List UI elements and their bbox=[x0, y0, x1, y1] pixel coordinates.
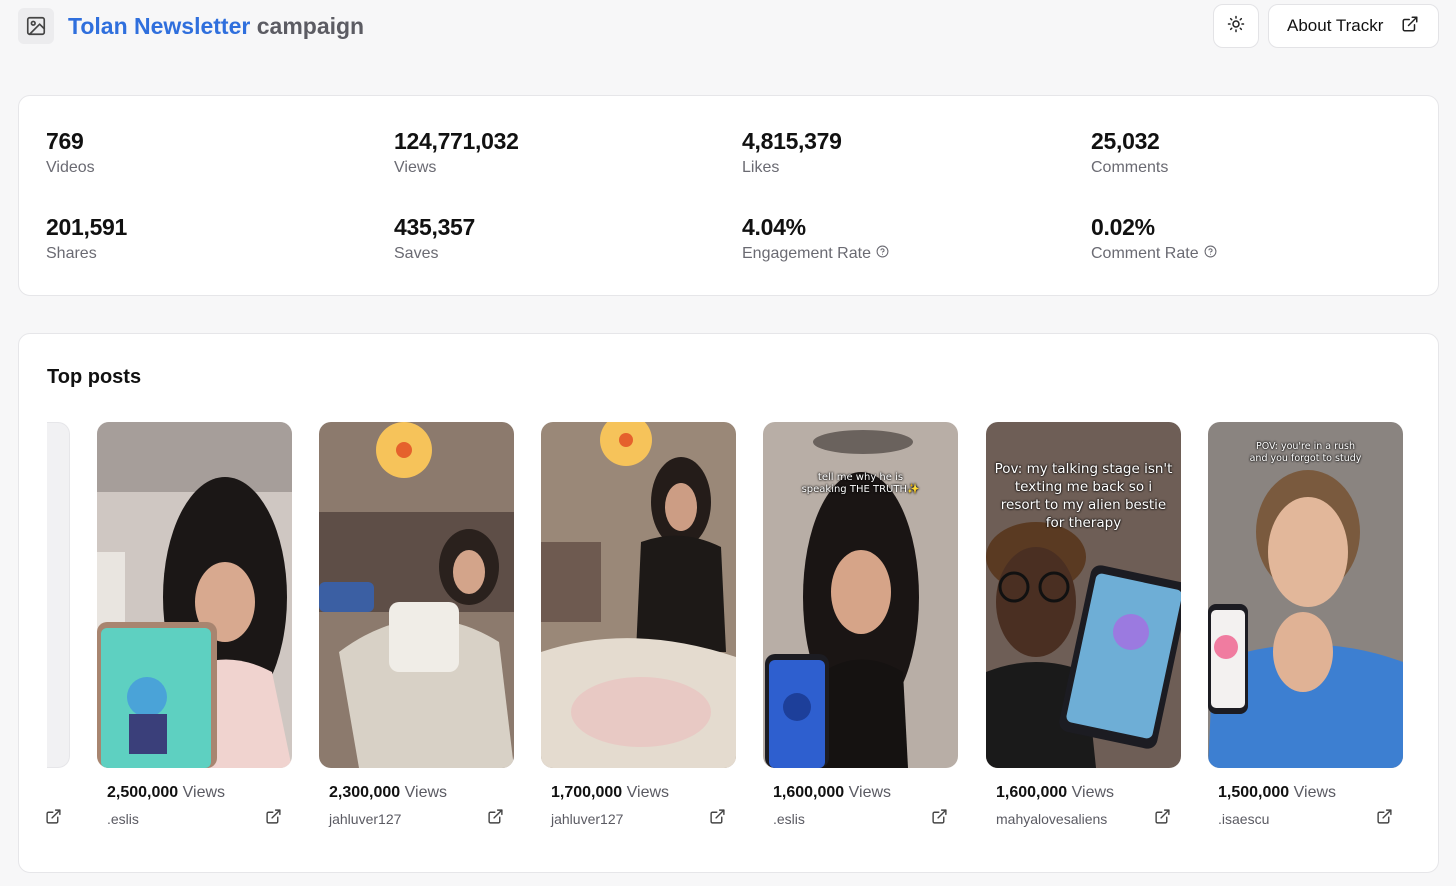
post-thumbnail[interactable] bbox=[541, 422, 736, 768]
top-posts-title: Top posts bbox=[47, 366, 142, 388]
stat-value: 4.04% bbox=[742, 214, 806, 240]
stat-value: 201,591 bbox=[46, 214, 128, 240]
stat-value: 25,032 bbox=[1091, 128, 1160, 154]
stat-shares: 201,591 Shares bbox=[46, 213, 127, 263]
post-thumbnail[interactable]: tell me why he is speaking THE TRUTH✨ bbox=[763, 422, 958, 768]
stat-views: 124,771,032 Views bbox=[394, 127, 519, 177]
stat-label: Engagement Rate bbox=[742, 245, 871, 262]
external-link-icon bbox=[1401, 15, 1419, 38]
about-trackr-button[interactable]: About Trackr bbox=[1268, 4, 1439, 48]
stat-value: 4,815,379 bbox=[742, 128, 842, 154]
views-unit: Views bbox=[848, 784, 892, 801]
stat-label: Shares bbox=[46, 245, 97, 262]
views-unit: Views bbox=[1071, 784, 1115, 801]
views-count: 2,300,000 bbox=[329, 784, 401, 801]
external-link-icon[interactable] bbox=[709, 808, 726, 830]
stat-engagement-rate: 4.04% Engagement Rate bbox=[742, 213, 889, 263]
stat-comments: 25,032 Comments bbox=[1091, 127, 1168, 177]
stats-card: 769 Videos 124,771,032 Views 4,815,379 L… bbox=[18, 95, 1439, 296]
post-card[interactable]: 2,300,000 Views jahluver127 bbox=[319, 422, 514, 830]
about-trackr-label: About Trackr bbox=[1287, 16, 1384, 35]
stat-saves: 435,357 Saves bbox=[394, 213, 475, 263]
post-caption-overlay: Pov: my talking stage isn't texting me b… bbox=[994, 461, 1173, 531]
post-thumbnail[interactable]: Pov: my talking stage isn't texting me b… bbox=[986, 422, 1181, 768]
stat-value: 0.02% bbox=[1091, 214, 1155, 240]
stat-value: 769 bbox=[46, 128, 84, 154]
post-views: 1,500,000 Views bbox=[1208, 784, 1403, 802]
post-username[interactable]: jahluver127 bbox=[329, 811, 401, 827]
post-username[interactable]: .eslis bbox=[773, 811, 805, 827]
views-unit: Views bbox=[404, 784, 448, 801]
top-posts-card: Top posts 2,500,000 Views .eslis 2,300,0… bbox=[18, 333, 1439, 873]
post-thumbnail[interactable] bbox=[319, 422, 514, 768]
views-count: 1,500,000 bbox=[1218, 784, 1290, 801]
post-card[interactable]: POV: you're in a rush and you forgot to … bbox=[1208, 422, 1403, 830]
views-unit: Views bbox=[626, 784, 670, 801]
post-username[interactable]: jahluver127 bbox=[551, 811, 623, 827]
help-circle-icon[interactable] bbox=[1204, 245, 1217, 263]
stat-value: 124,771,032 bbox=[394, 128, 519, 154]
post-card[interactable]: 2,500,000 Views .eslis bbox=[97, 422, 292, 830]
views-count: 2,500,000 bbox=[107, 784, 179, 801]
post-views: 1,700,000 Views bbox=[541, 784, 736, 802]
views-unit: Views bbox=[1293, 784, 1337, 801]
stat-label: Comment Rate bbox=[1091, 245, 1199, 262]
external-link-icon[interactable] bbox=[265, 808, 282, 830]
stat-videos: 769 Videos bbox=[46, 127, 95, 177]
sun-icon bbox=[1227, 15, 1245, 38]
post-views: 2,300,000 Views bbox=[319, 784, 514, 802]
external-link-icon[interactable] bbox=[487, 808, 504, 830]
post-views: 1,600,000 Views bbox=[763, 784, 958, 802]
views-count: 1,600,000 bbox=[996, 784, 1068, 801]
stat-comment-rate: 0.02% Comment Rate bbox=[1091, 213, 1217, 263]
external-link-icon[interactable] bbox=[1154, 808, 1171, 830]
campaign-label: campaign bbox=[256, 13, 365, 39]
post-username[interactable]: .eslis bbox=[107, 811, 139, 827]
partial-post-thumbnail[interactable] bbox=[47, 422, 70, 768]
post-thumbnail[interactable]: POV: you're in a rush and you forgot to … bbox=[1208, 422, 1403, 768]
views-count: 1,600,000 bbox=[773, 784, 845, 801]
external-link-icon[interactable] bbox=[931, 808, 948, 830]
views-count: 1,700,000 bbox=[551, 784, 623, 801]
campaign-brand: Tolan Newsletter bbox=[68, 13, 251, 39]
stat-value: 435,357 bbox=[394, 214, 476, 240]
page-title: Tolan Newsletter campaign bbox=[68, 12, 364, 40]
post-views: 2,500,000 Views bbox=[97, 784, 292, 802]
external-link-icon[interactable] bbox=[1376, 808, 1393, 830]
stat-label: Videos bbox=[46, 159, 95, 176]
stat-label: Views bbox=[394, 159, 437, 176]
post-caption-overlay: tell me why he is speaking THE TRUTH✨ bbox=[801, 472, 920, 495]
post-card[interactable]: Pov: my talking stage isn't texting me b… bbox=[986, 422, 1181, 830]
post-card[interactable]: tell me why he is speaking THE TRUTH✨ 1,… bbox=[763, 422, 958, 830]
stat-label: Likes bbox=[742, 159, 780, 176]
external-link-icon[interactable] bbox=[45, 808, 62, 830]
campaign-image-icon bbox=[18, 8, 54, 44]
post-caption-overlay: POV: you're in a rush and you forgot to … bbox=[1249, 441, 1362, 464]
stat-label: Saves bbox=[394, 245, 439, 262]
theme-toggle-button[interactable] bbox=[1213, 4, 1259, 48]
post-card[interactable]: 1,700,000 Views jahluver127 bbox=[541, 422, 736, 830]
stat-likes: 4,815,379 Likes bbox=[742, 127, 842, 177]
stat-label: Comments bbox=[1091, 159, 1169, 176]
post-thumbnail[interactable] bbox=[97, 422, 292, 768]
post-username[interactable]: mahyalovesaliens bbox=[996, 811, 1107, 827]
views-unit: Views bbox=[182, 784, 226, 801]
post-views: 1,600,000 Views bbox=[986, 784, 1181, 802]
help-circle-icon[interactable] bbox=[876, 245, 889, 263]
post-username[interactable]: .isaescu bbox=[1218, 811, 1269, 827]
